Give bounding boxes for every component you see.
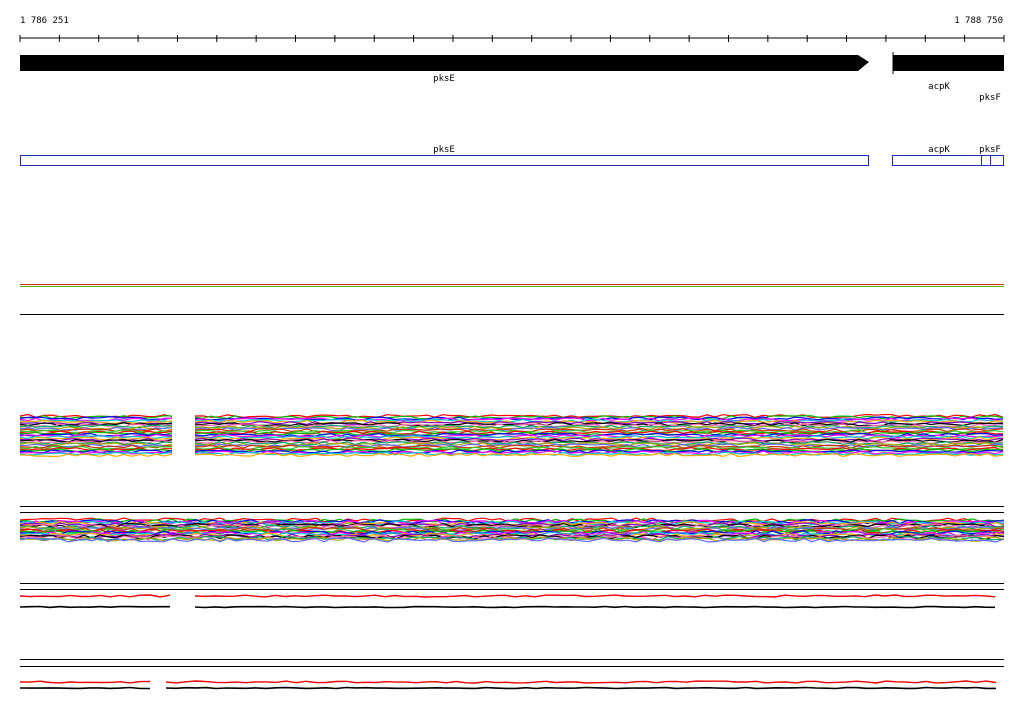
expression-line-red [19, 680, 151, 684]
ruler-end-label: 1 788 750 [954, 16, 1003, 26]
expression-track-c [19, 583, 1004, 609]
expression-track-b [19, 506, 1005, 543]
annotation-label-acpK: acpK [928, 145, 950, 155]
expression-line-black [165, 686, 996, 690]
expression-line-red [19, 594, 171, 598]
expression-line-black [194, 605, 996, 609]
annotation-label-pksF: pksF [979, 145, 1001, 155]
ruler-start-label: 1 786 251 [20, 16, 69, 26]
gene-label-acpK: acpK [928, 82, 950, 92]
annotation-label-pksE: pksE [433, 145, 455, 155]
expression-line-red [194, 594, 996, 598]
annotation-box-acpK[interactable] [892, 155, 1004, 166]
annotation-box-pksE[interactable] [20, 155, 869, 166]
flat-signal-track [20, 284, 1004, 315]
expression-line-red [165, 680, 997, 684]
expression-line-black [19, 605, 170, 609]
expression-line-black [19, 686, 150, 690]
gene-label-pksF: pksF [979, 93, 1001, 103]
coordinate-ruler: 1 786 251 1 788 750 [19, 16, 1005, 42]
genome-browser-view[interactable]: 1 786 251 1 788 750 pksE acpK pksF pksE … [0, 0, 1024, 714]
expression-track-a [19, 413, 1004, 458]
annotation-box-pksF[interactable] [981, 155, 991, 166]
gene-track: pksE acpK pksF [20, 52, 1004, 103]
gene-arrow-pksE[interactable] [20, 55, 869, 71]
expression-track-d [19, 659, 1004, 690]
gene-label-pksE: pksE [433, 74, 455, 84]
annotation-track: pksE acpK pksF [20, 145, 1004, 166]
